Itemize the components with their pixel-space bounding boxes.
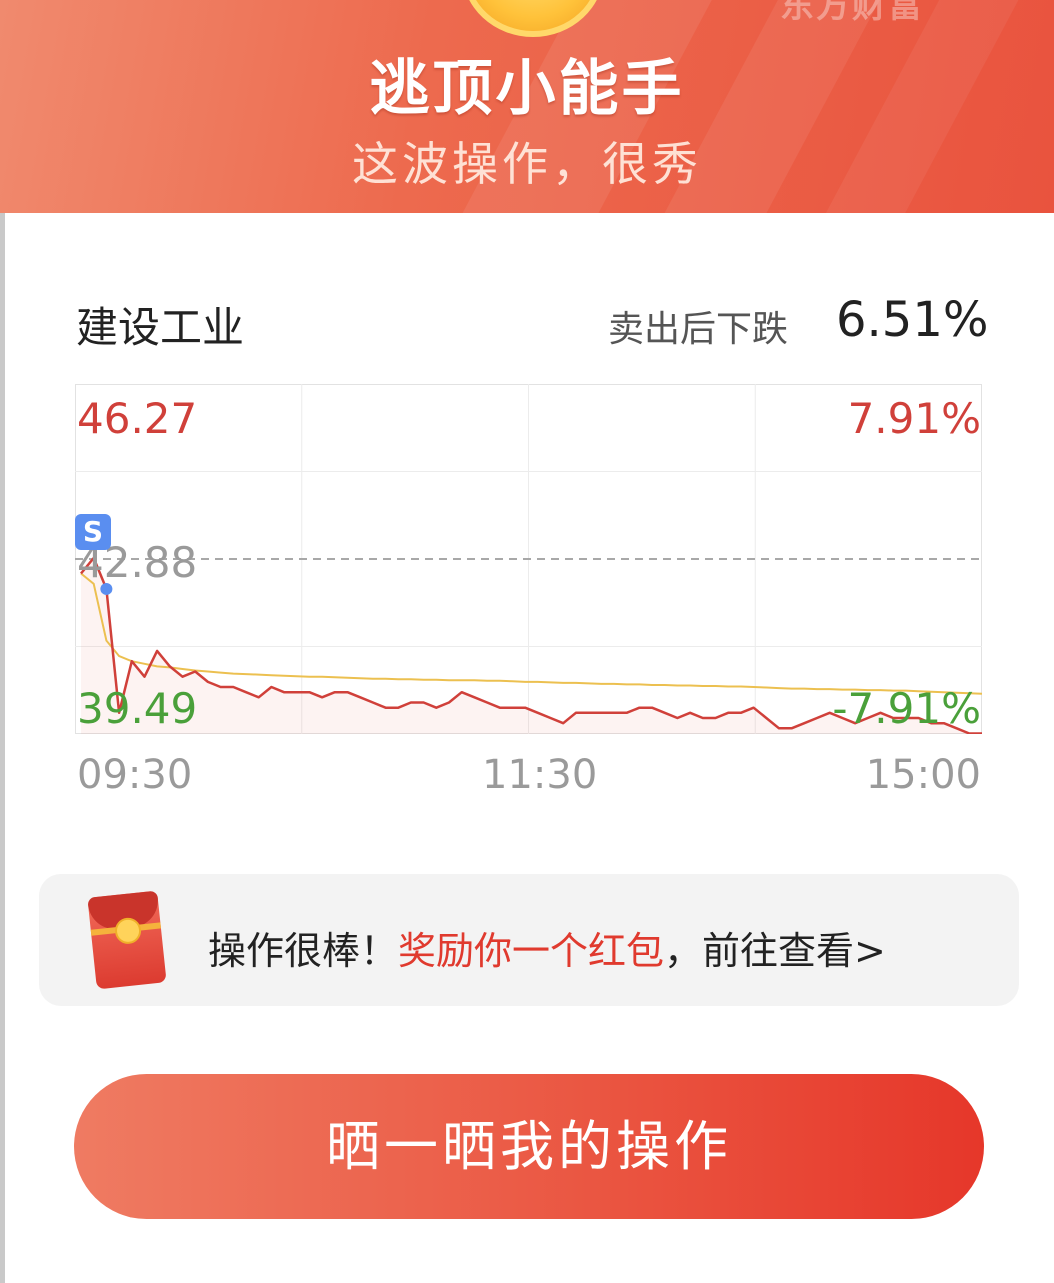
reward-text-prefix: 操作很棒！ [208,929,399,973]
intraday-chart [75,384,982,734]
x-tick-label: 15:00 [865,752,981,798]
stock-name: 建设工业 [76,303,245,352]
reward-link[interactable]: 操作很棒！奖励你一个红包，前往查看> [208,920,886,975]
achievement-subtitle: 这波操作，很秀 [352,137,702,191]
x-tick-label: 09:30 [77,752,193,798]
y-label-low-pct: -7.91% [832,684,981,733]
x-tick-label: 11:30 [482,752,598,798]
chart-svg [75,384,982,734]
y-label-high-pct: 7.91% [847,394,981,443]
reward-text-suffix: ，前往查看> [664,929,886,973]
average-price-line [80,572,982,695]
share-button[interactable]: 晒一晒我的操作 [74,1074,984,1219]
brand-watermark: 东方财富 [780,0,924,26]
reward-text-highlight: 奖励你一个红包 [398,929,665,973]
red-envelope-icon [87,890,167,990]
sell-marker-icon: S [75,514,111,550]
achievement-header: 东方财富 逃顶小能手 这波操作，很秀 [0,0,1054,213]
drop-after-sell-value: 6.51% [836,292,989,348]
drop-after-sell-label: 卖出后下跌 [608,309,789,350]
share-card: 东方财富 逃顶小能手 这波操作，很秀 建设工业 卖出后下跌 6.51% 46.2… [0,0,1054,1283]
y-label-low: 39.49 [77,684,198,733]
achievement-title: 逃顶小能手 [369,54,685,124]
y-label-high: 46.27 [77,394,198,443]
